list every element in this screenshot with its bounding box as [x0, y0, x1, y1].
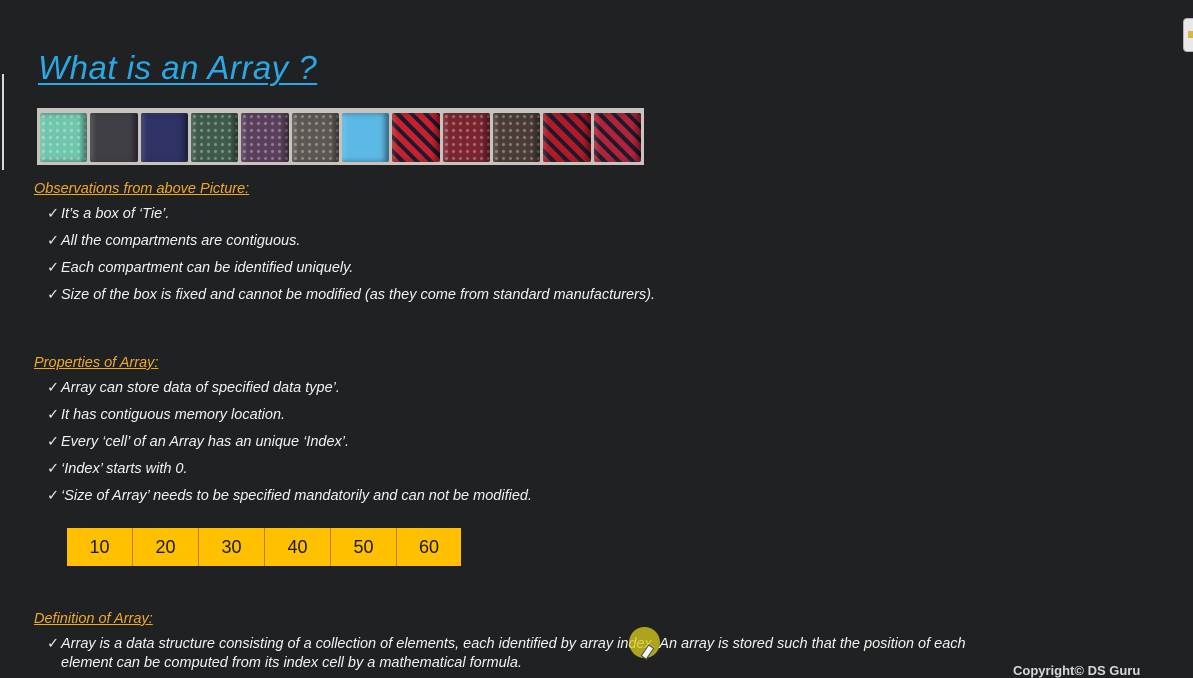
property-item: ✓ ‘Index’ starts with 0.	[47, 461, 188, 477]
observation-item: ✓ It’s a box of ‘Tie’.	[47, 206, 170, 222]
check-icon: ✓	[47, 206, 60, 222]
array-diagram: 10 20 30 40 50 60	[67, 528, 461, 566]
check-icon: ✓	[47, 636, 60, 652]
check-icon: ✓	[47, 380, 60, 396]
array-cell: 60	[397, 528, 461, 566]
check-icon: ✓	[47, 461, 60, 477]
tie-compartment-1	[40, 113, 88, 162]
definition-line-2: element can be computed from its index c…	[61, 655, 522, 671]
tie-compartment-7	[341, 113, 390, 162]
array-cell: 20	[133, 528, 199, 566]
check-icon: ✓	[47, 233, 60, 249]
definition-text: ✓ Array is a data structure consisting of…	[47, 635, 1087, 673]
check-icon: ✓	[47, 260, 60, 276]
slide-edge-marker	[2, 74, 4, 170]
check-icon: ✓	[47, 287, 60, 303]
property-item: ✓ It has contiguous memory location.	[47, 407, 286, 423]
array-cell: 40	[265, 528, 331, 566]
tie-compartment-6	[291, 113, 339, 162]
tie-compartment-2	[90, 113, 138, 162]
check-icon: ✓	[47, 407, 60, 423]
side-panel-tab[interactable]	[1183, 18, 1193, 52]
definition-line-1: Array is a data structure consisting of …	[61, 636, 966, 652]
tie-compartment-5	[241, 113, 289, 162]
observation-item: ✓ Size of the box is fixed and cannot be …	[47, 287, 655, 303]
property-item: ✓ Array can store data of specified data …	[47, 380, 340, 396]
check-icon: ✓	[47, 488, 60, 504]
properties-heading: Properties of Array:	[34, 355, 159, 371]
tie-compartment-11	[543, 113, 591, 162]
observations-heading: Observations from above Picture:	[34, 181, 250, 197]
array-cell: 10	[67, 528, 133, 566]
check-icon: ✓	[47, 434, 60, 450]
property-item: ✓ Every ‘cell’ of an Array has an unique …	[47, 434, 350, 450]
pointer-highlight	[629, 627, 660, 658]
tie-compartment-9	[442, 113, 490, 162]
tie-compartment-4	[190, 113, 239, 162]
tie-compartment-10	[492, 113, 541, 162]
property-item: ✓ ‘Size of Array’ needs to be specified m…	[47, 488, 532, 504]
definition-heading: Definition of Array:	[34, 611, 153, 627]
tie-compartment-8	[392, 113, 440, 162]
tie-box-image	[37, 108, 644, 165]
slide-title: What is an Array ?	[38, 49, 318, 86]
tie-compartment-3	[140, 113, 188, 162]
array-cell: 30	[199, 528, 265, 566]
tie-compartment-12	[593, 113, 641, 162]
array-cell: 50	[331, 528, 397, 566]
observation-item: ✓ Each compartment can be identified uniq…	[47, 260, 354, 276]
observation-item: ✓ All the compartments are contiguous.	[47, 233, 301, 249]
